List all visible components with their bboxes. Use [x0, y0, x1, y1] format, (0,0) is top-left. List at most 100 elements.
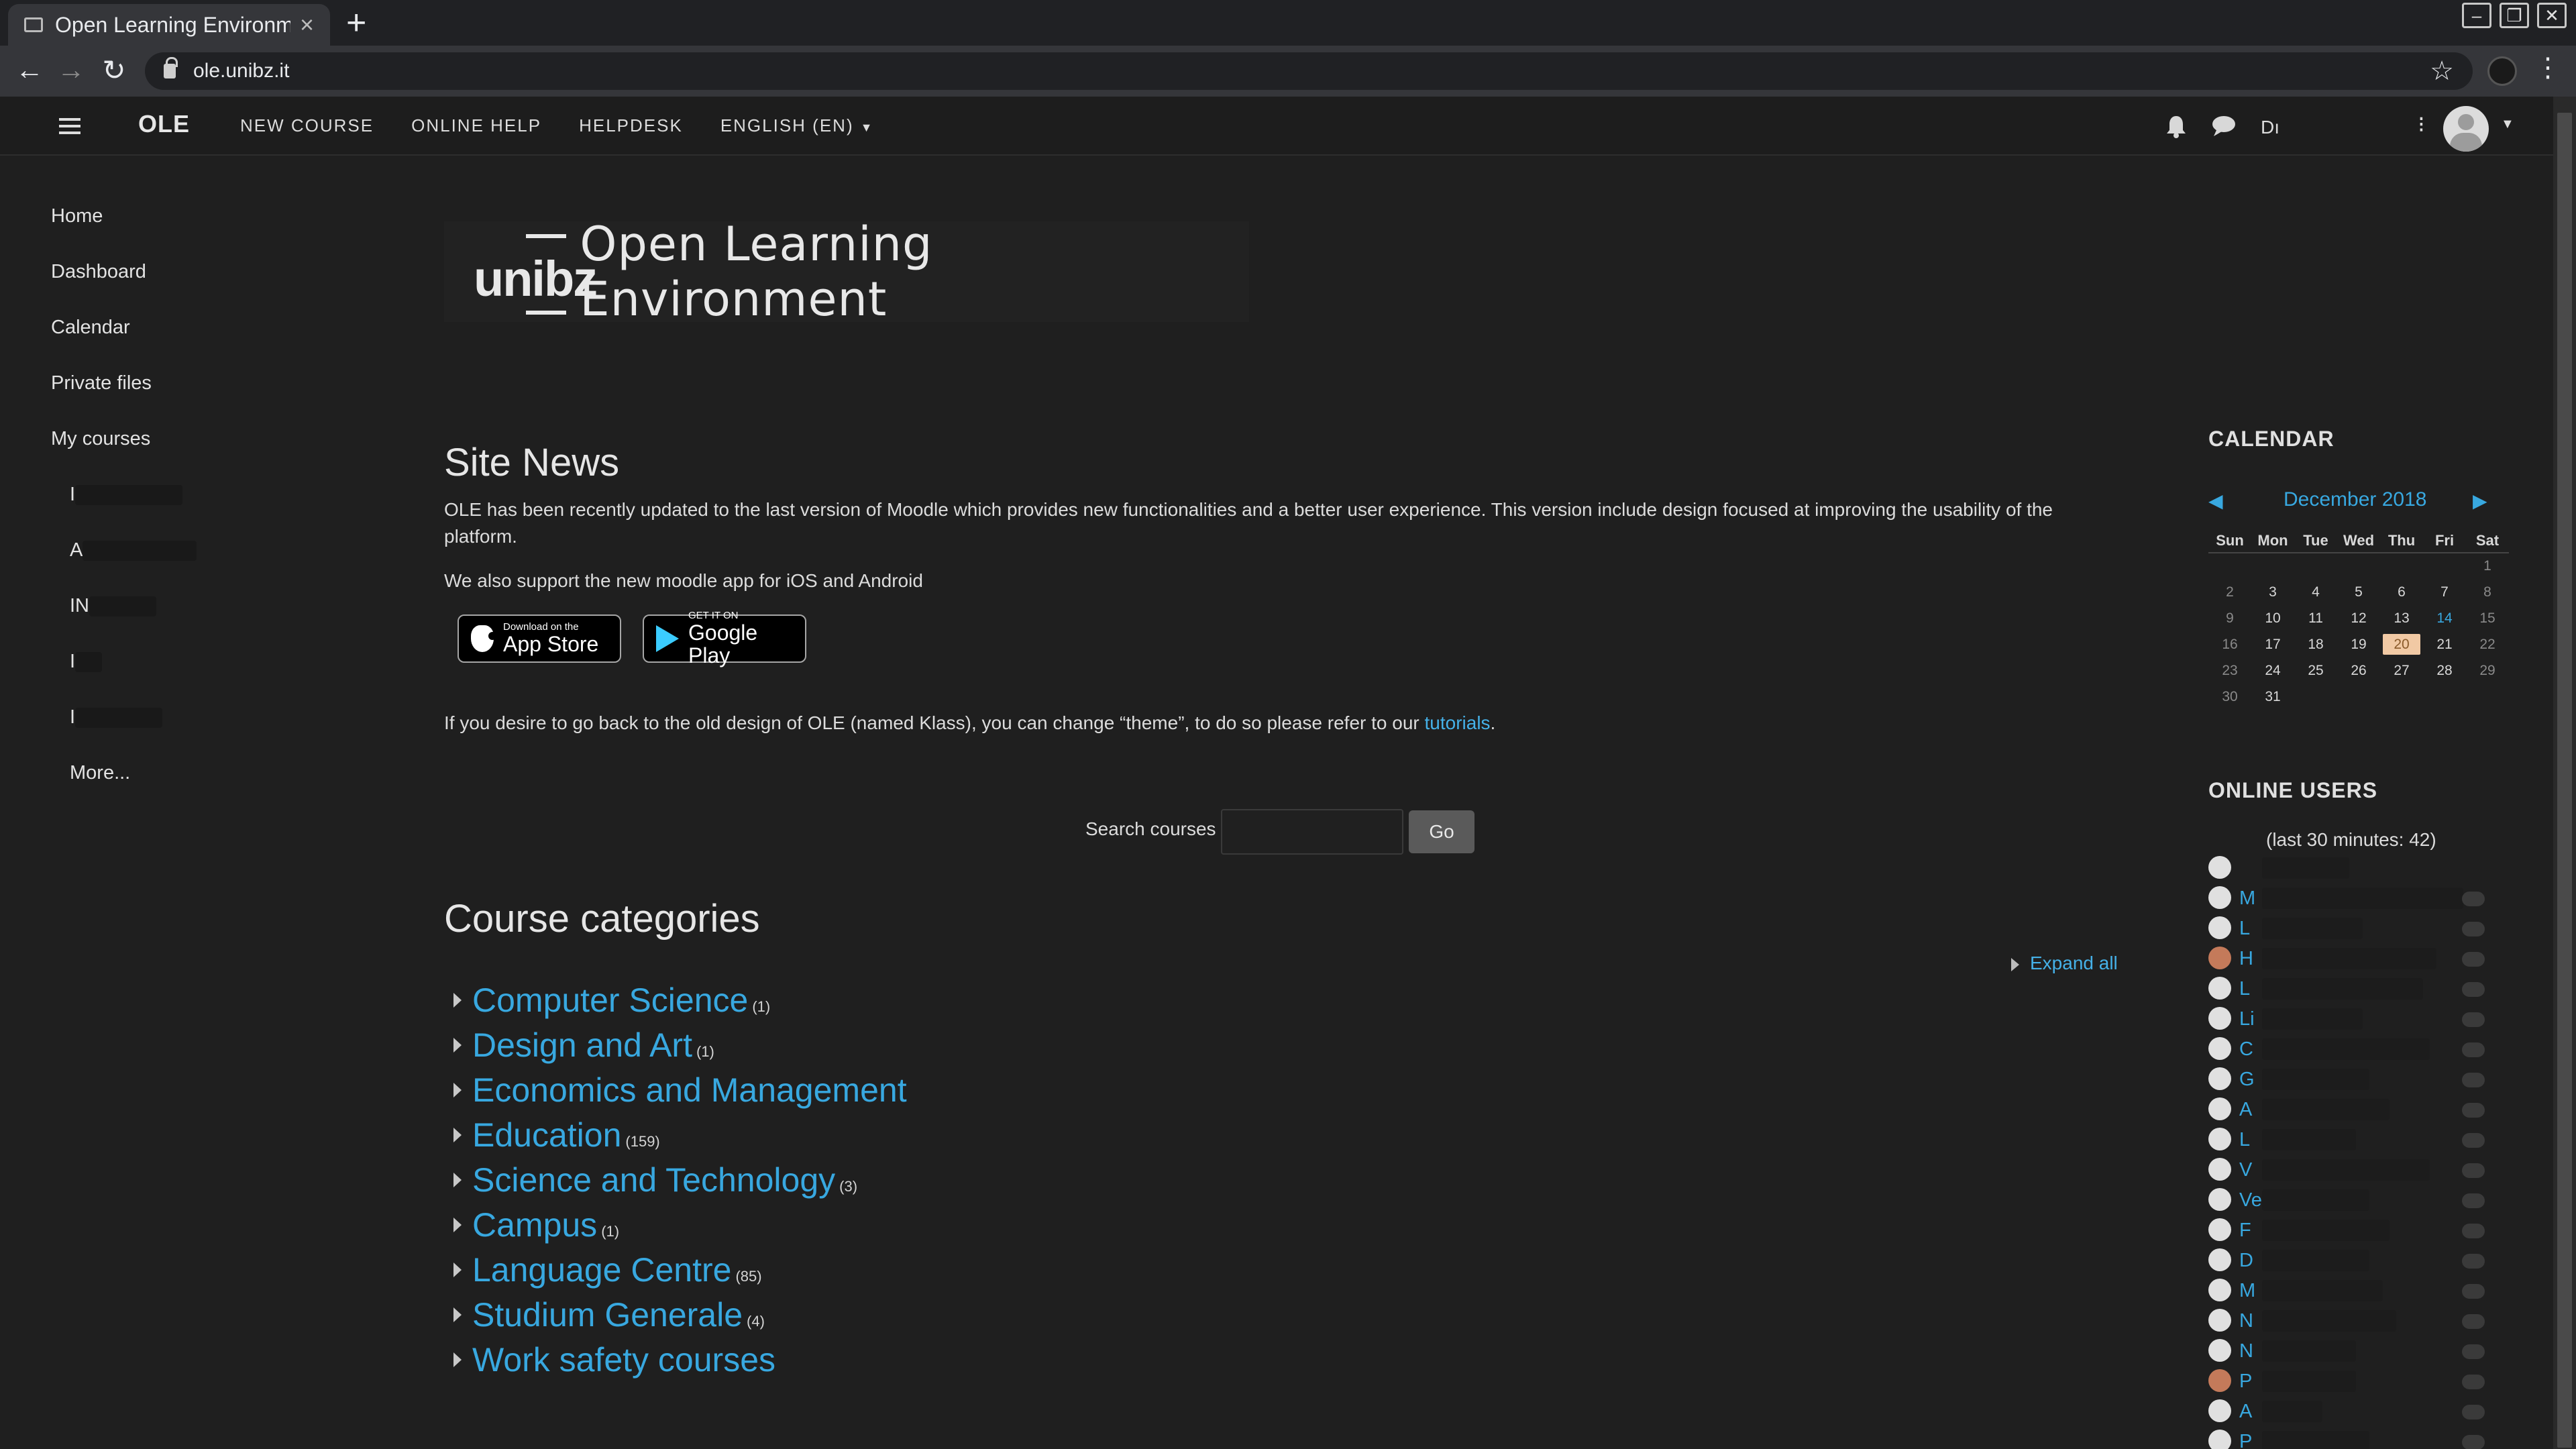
online-user-name[interactable]: F — [2239, 1220, 2251, 1242]
online-user-row[interactable]: P — [2208, 1366, 2504, 1396]
site-brand[interactable]: OLE — [138, 110, 190, 138]
calendar-day[interactable]: 7 — [2423, 579, 2466, 605]
calendar-day[interactable]: 8 — [2466, 579, 2509, 605]
hamburger-menu-icon[interactable] — [59, 118, 80, 134]
category-name[interactable]: Campus — [472, 1206, 597, 1244]
category-name[interactable]: Studium Generale — [472, 1296, 743, 1334]
category-item[interactable]: Science and Technology (3) — [453, 1161, 857, 1199]
extension-icon[interactable] — [2487, 56, 2517, 86]
online-user-name[interactable]: L — [2239, 918, 2250, 940]
calendar-day[interactable]: 30 — [2208, 684, 2251, 710]
online-user-name[interactable]: M — [2239, 1280, 2255, 1302]
search-courses-input[interactable] — [1221, 809, 1403, 855]
online-user-name[interactable]: Ve — [2239, 1189, 2262, 1212]
send-message-icon[interactable] — [2462, 1314, 2485, 1329]
category-item[interactable]: Computer Science (1) — [453, 981, 770, 1020]
search-go-button[interactable]: Go — [1409, 810, 1474, 853]
send-message-icon[interactable] — [2462, 982, 2485, 997]
more-vertical-icon[interactable]: ⁝ — [2418, 111, 2425, 138]
send-message-icon[interactable] — [2462, 1073, 2485, 1087]
send-message-icon[interactable] — [2462, 1133, 2485, 1148]
send-message-icon[interactable] — [2462, 1375, 2485, 1389]
collapsed-caret-icon[interactable] — [453, 1352, 462, 1367]
category-item[interactable]: Design and Art (1) — [453, 1026, 714, 1065]
calendar-day[interactable]: 24 — [2251, 657, 2294, 684]
send-message-icon[interactable] — [2462, 892, 2485, 906]
page-scrollbar[interactable] — [2553, 97, 2576, 1449]
calendar-day[interactable]: 1 — [2466, 553, 2509, 579]
online-user-row[interactable]: F — [2208, 1216, 2504, 1245]
new-tab-icon[interactable]: + — [346, 4, 366, 42]
close-tab-icon[interactable]: × — [300, 11, 314, 39]
app-store-badge[interactable]: Download on the App Store — [458, 614, 621, 663]
nav-language[interactable]: ENGLISH (EN) ▼ — [720, 115, 874, 136]
calendar-day[interactable]: 19 — [2337, 631, 2380, 657]
user-avatar[interactable] — [2443, 106, 2489, 152]
send-message-icon[interactable] — [2462, 922, 2485, 936]
category-name[interactable]: Computer Science — [472, 981, 748, 1019]
online-user-name[interactable]: M — [2239, 888, 2255, 910]
category-item[interactable]: Studium Generale (4) — [453, 1295, 765, 1334]
online-user-name[interactable]: C — [2239, 1038, 2253, 1061]
online-user-row[interactable]: C — [2208, 1034, 2504, 1064]
online-user-name[interactable]: Li — [2239, 1008, 2255, 1030]
messages-chat-icon[interactable] — [2211, 114, 2237, 137]
browser-tab[interactable]: Open Learning Environme × — [8, 4, 330, 46]
send-message-icon[interactable] — [2462, 1012, 2485, 1027]
bookmark-star-icon[interactable]: ☆ — [2430, 56, 2454, 87]
online-user-name[interactable]: N — [2239, 1310, 2253, 1332]
collapsed-caret-icon[interactable] — [453, 1128, 462, 1142]
calendar-month-link[interactable]: December 2018 — [2284, 488, 2426, 511]
calendar-day[interactable]: 21 — [2423, 631, 2466, 657]
online-user-row[interactable]: L — [2208, 974, 2504, 1004]
drawer-calendar[interactable]: Calendar — [51, 317, 130, 339]
collapsed-caret-icon[interactable] — [453, 1307, 462, 1322]
calendar-day[interactable]: 17 — [2251, 631, 2294, 657]
drawer-more[interactable]: More... — [70, 762, 130, 784]
online-user-row[interactable]: A — [2208, 1095, 2504, 1124]
calendar-day[interactable]: 3 — [2251, 579, 2294, 605]
calendar-day[interactable]: 9 — [2208, 605, 2251, 631]
online-user-name[interactable]: H — [2239, 948, 2253, 970]
send-message-icon[interactable] — [2462, 1435, 2485, 1449]
calendar-day[interactable]: 4 — [2294, 579, 2337, 605]
calendar-day[interactable]: 23 — [2208, 657, 2251, 684]
next-month-icon[interactable]: ▶ — [2473, 490, 2487, 512]
drawer-home[interactable]: Home — [51, 205, 103, 227]
restore-icon[interactable]: ❐ — [2500, 3, 2529, 28]
user-name-truncated[interactable]: Dı — [2261, 117, 2279, 138]
calendar-day[interactable]: 25 — [2294, 657, 2337, 684]
online-user-row[interactable]: L — [2208, 1125, 2504, 1155]
category-name[interactable]: Education — [472, 1116, 621, 1154]
online-user-row[interactable]: P — [2208, 1427, 2504, 1449]
online-user-row[interactable]: A — [2208, 1397, 2504, 1426]
online-user-name[interactable]: P — [2239, 1371, 2252, 1393]
nav-new-course[interactable]: NEW COURSE — [240, 115, 374, 136]
collapsed-caret-icon[interactable] — [453, 1083, 462, 1097]
calendar-day[interactable]: 28 — [2423, 657, 2466, 684]
drawer-private-files[interactable]: Private files — [51, 372, 152, 394]
google-play-badge[interactable]: GET IT ON Google Play — [643, 610, 806, 667]
calendar-day[interactable]: 12 — [2337, 605, 2380, 631]
category-item[interactable]: Language Centre (85) — [453, 1250, 762, 1289]
send-message-icon[interactable] — [2462, 1344, 2485, 1359]
calendar-day[interactable]: 10 — [2251, 605, 2294, 631]
back-arrow-icon[interactable]: ← — [12, 54, 47, 86]
category-name[interactable]: Work safety courses — [472, 1341, 775, 1379]
online-user-row[interactable]: H — [2208, 944, 2504, 973]
calendar-day[interactable]: 15 — [2466, 605, 2509, 631]
online-user-name[interactable]: A — [2239, 1099, 2252, 1121]
online-user-row[interactable]: M — [2208, 883, 2504, 913]
online-user-row[interactable]: Ve — [2208, 1185, 2504, 1215]
send-message-icon[interactable] — [2462, 1224, 2485, 1238]
online-user-row[interactable]: N — [2208, 1336, 2504, 1366]
collapsed-caret-icon[interactable] — [453, 993, 462, 1008]
drawer-course-5[interactable]: I — [70, 706, 163, 729]
online-user-name[interactable]: N — [2239, 1340, 2253, 1362]
calendar-day[interactable]: 13 — [2380, 605, 2423, 631]
calendar-day[interactable]: 27 — [2380, 657, 2423, 684]
online-user-name[interactable]: L — [2239, 978, 2250, 1000]
online-user-name[interactable]: A — [2239, 1401, 2252, 1423]
send-message-icon[interactable] — [2462, 1042, 2485, 1057]
online-user-row[interactable]: G — [2208, 1065, 2504, 1094]
